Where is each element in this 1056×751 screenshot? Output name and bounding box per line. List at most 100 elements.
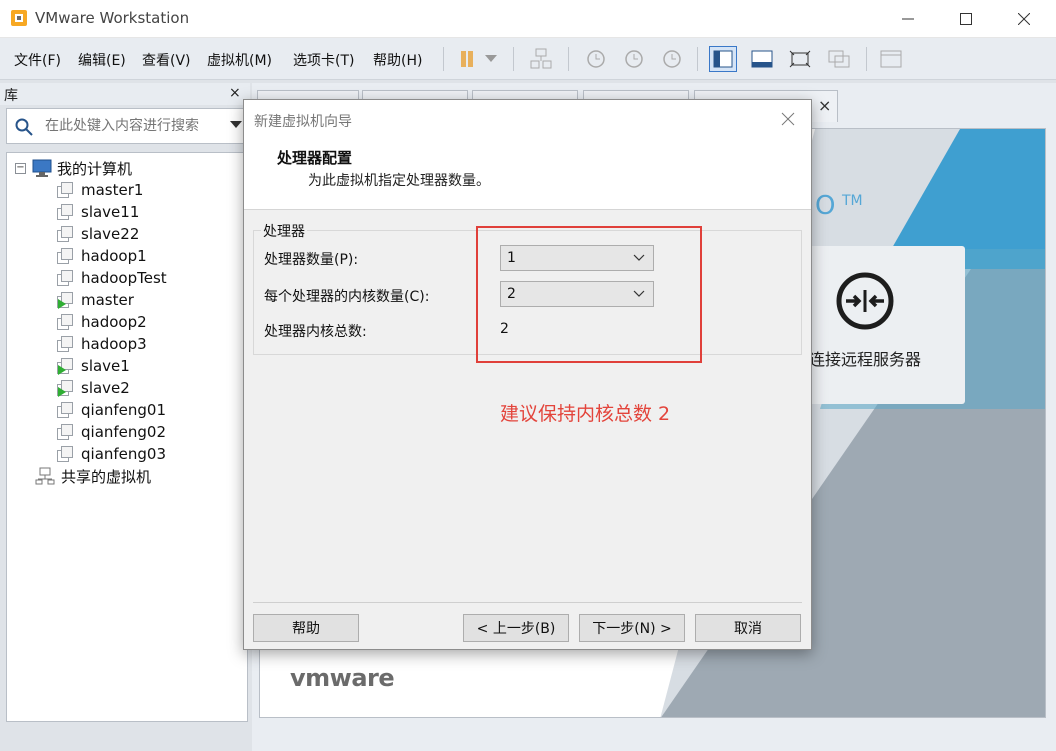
menu-view[interactable]: 查看(V)	[142, 50, 191, 70]
tree-vm-item[interactable]: master	[55, 289, 134, 311]
tree-vm-label: slave11	[81, 203, 140, 221]
tree-vm-item[interactable]: slave2	[55, 377, 130, 399]
back-button[interactable]: < 上一步(B)	[463, 614, 569, 642]
tree-vm-label: qianfeng03	[81, 445, 167, 463]
tree-vm-label: qianfeng02	[81, 423, 167, 441]
vmware-app-icon	[11, 10, 27, 26]
tree-vm-item[interactable]: qianfeng03	[55, 443, 166, 465]
full-screen-button[interactable]	[786, 46, 814, 72]
brand-o-mark: O	[815, 191, 836, 221]
tree-vm-item[interactable]: slave1	[55, 355, 130, 377]
library-search[interactable]	[6, 108, 246, 144]
revert-snapshot-button[interactable]	[619, 46, 647, 72]
tree-shared-label: 共享的虚拟机	[61, 467, 152, 486]
vm-icon	[55, 401, 75, 419]
tab-close-icon[interactable]: ×	[818, 96, 831, 115]
tree-vm-label: master1	[81, 181, 144, 199]
unity-button[interactable]	[825, 46, 853, 72]
shared-vm-icon	[35, 467, 55, 485]
vm-icon	[55, 335, 75, 353]
tree-vm-item[interactable]: hadoop3	[55, 333, 147, 355]
dialog-subheading: 为此虚拟机指定处理器数量。	[308, 173, 490, 189]
network-icon	[530, 48, 552, 69]
console-view-button[interactable]	[877, 46, 905, 72]
menu-help[interactable]: 帮助(H)	[373, 50, 422, 70]
snapshot-manager-button[interactable]	[657, 46, 685, 72]
dialog-title: 新建虚拟机向导	[254, 114, 352, 130]
minimize-icon	[902, 18, 914, 20]
library-title: 库	[4, 88, 18, 104]
tree-vm-label: master	[81, 291, 134, 309]
manager-clock-icon	[663, 50, 681, 68]
search-dropdown-icon[interactable]	[230, 121, 242, 128]
dialog-heading: 处理器配置	[277, 149, 353, 167]
snapshot-clock-icon	[587, 50, 605, 68]
unity-icon	[828, 50, 850, 68]
next-button[interactable]: 下一步(N) >	[579, 614, 685, 642]
processor-count-label: 处理器数量(P):	[264, 252, 359, 268]
toolbar-separator	[513, 47, 514, 71]
tree-vm-label: hadoop3	[81, 335, 147, 353]
toolbar-separator	[866, 47, 867, 71]
menu-file[interactable]: 文件(F)	[14, 50, 61, 70]
library-close-button[interactable]: ×	[229, 85, 241, 101]
menu-edit[interactable]: 编辑(E)	[78, 50, 126, 70]
tree-root-label: 我的计算机	[57, 159, 133, 178]
tree-vm-label: slave1	[81, 357, 130, 375]
snapshot-button[interactable]	[581, 46, 609, 72]
tree-shared-vms[interactable]: 共享的虚拟机	[35, 465, 151, 487]
window-titlebar: VMware Workstation	[0, 0, 1056, 38]
tree-vm-item[interactable]: qianfeng02	[55, 421, 166, 443]
tree-vm-item[interactable]: qianfeng01	[55, 399, 166, 421]
power-dropdown[interactable]	[480, 46, 502, 72]
tree-vm-item[interactable]: hadoop2	[55, 311, 147, 333]
maximize-button[interactable]	[938, 0, 994, 38]
vm-icon	[55, 269, 75, 287]
fullscreen-icon	[789, 50, 811, 68]
collapse-toggle[interactable]: −	[15, 162, 26, 174]
annotation-note: 建议保持内核总数 2	[500, 403, 671, 425]
menu-toolbar: 文件(F) 编辑(E) 查看(V) 虚拟机(M) 选项卡(T) 帮助(H)	[0, 38, 1056, 80]
vm-icon	[55, 247, 75, 265]
tree-my-computer[interactable]: − 我的计算机	[15, 157, 132, 179]
console-view-icon	[880, 50, 902, 68]
menu-vm[interactable]: 虚拟机(M)	[207, 50, 272, 70]
tree-vm-label: hadoopTest	[81, 269, 167, 287]
tree-vm-item[interactable]: slave22	[55, 223, 139, 245]
minimize-button[interactable]	[880, 0, 936, 38]
dialog-header: 处理器配置 为此虚拟机指定处理器数量。	[244, 138, 811, 210]
chevron-down-icon	[485, 55, 497, 62]
vm-running-icon	[55, 379, 75, 397]
search-input[interactable]	[45, 116, 225, 136]
vm-icon	[55, 423, 75, 441]
send-ctrl-alt-del-button[interactable]	[527, 46, 555, 72]
help-button[interactable]: 帮助	[253, 614, 359, 642]
maximize-icon	[960, 13, 972, 25]
tree-vm-item[interactable]: hadoop1	[55, 245, 147, 267]
cancel-button[interactable]: 取消	[695, 614, 801, 642]
show-library-button[interactable]	[709, 46, 737, 72]
connect-remote-label: 连接远程服务器	[809, 350, 922, 369]
computer-icon	[32, 159, 52, 177]
tree-vm-item[interactable]: slave11	[55, 201, 139, 223]
search-icon	[15, 118, 33, 136]
pause-button[interactable]	[453, 46, 481, 72]
dialog-close-icon[interactable]	[780, 111, 796, 127]
tree-vm-item[interactable]: hadoopTest	[55, 267, 167, 289]
tree-vm-label: hadoop1	[81, 247, 147, 265]
library-tree: − 我的计算机 master1 slave11 slave22 hadoop1 hado…	[6, 152, 248, 722]
dialog-titlebar: 新建虚拟机向导	[244, 100, 811, 138]
vm-icon	[55, 313, 75, 331]
thumbnail-bar-button[interactable]	[748, 46, 776, 72]
tree-vm-item[interactable]: master1	[55, 179, 143, 201]
total-cores-label: 处理器内核总数:	[264, 324, 367, 340]
menu-tabs[interactable]: 选项卡(T)	[293, 50, 354, 70]
toolbar-separator	[443, 47, 444, 71]
vm-icon	[55, 203, 75, 221]
toolbar-separator	[697, 47, 698, 71]
vm-running-icon	[55, 357, 75, 375]
close-window-button[interactable]	[996, 0, 1052, 38]
window-title: VMware Workstation	[35, 9, 190, 27]
toolbar-separator	[568, 47, 569, 71]
footer-divider	[253, 602, 802, 603]
